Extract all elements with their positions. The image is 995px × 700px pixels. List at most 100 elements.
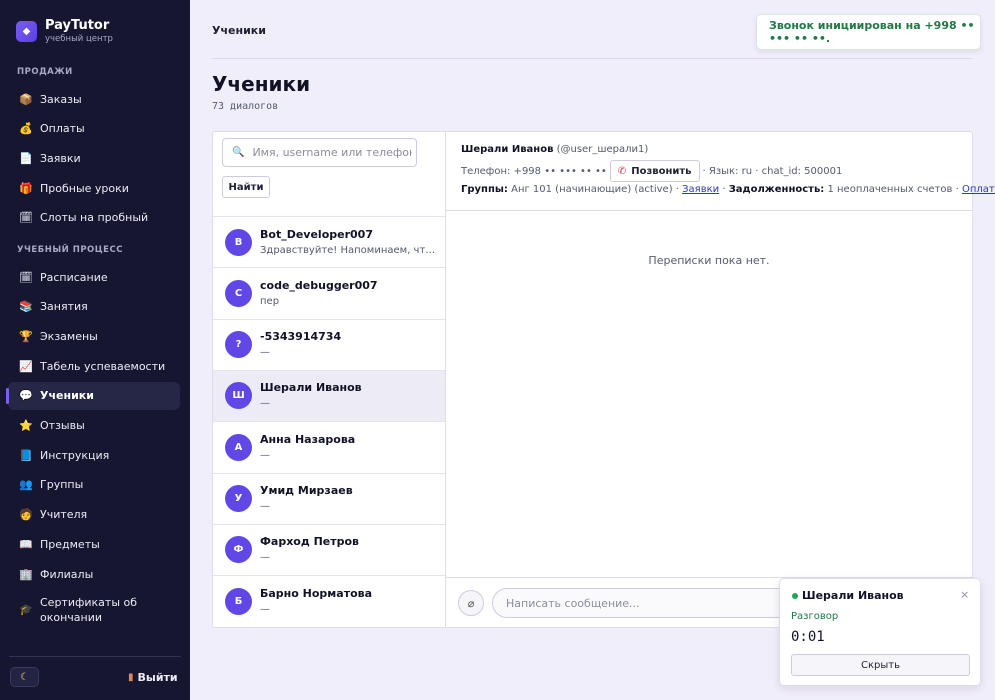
sidebar-item[interactable]: 💰 Оплаты	[8, 115, 180, 143]
sidebar-item[interactable]: 🏆 Экзамены	[8, 322, 180, 350]
sidebar-item-label: Табель успеваемости	[40, 359, 166, 373]
search-box[interactable]: 🔍	[222, 138, 417, 167]
brand-subtitle: учебный центр	[45, 34, 113, 44]
graduation-cap-icon: 🎓	[19, 603, 33, 617]
sidebar-item[interactable]: 📘 Инструкция	[8, 441, 180, 469]
chat-area: Шерали Иванов (@user_шерали1) Телефон: +…	[446, 132, 995, 627]
breadcrumb: Ученики	[212, 24, 266, 37]
sidebar-item[interactable]: 📈 Табель успеваемости	[8, 352, 180, 380]
call-widget: Шерали Иванов × Разговор 0:01 Скрыть	[779, 578, 981, 686]
groups-label: Группы:	[461, 184, 508, 195]
message-input[interactable]	[492, 588, 822, 618]
trophy-icon: 🏆	[19, 329, 33, 343]
search-input[interactable]	[252, 146, 413, 159]
moon-icon: ☾	[20, 671, 29, 683]
sidebar-item-label: Экзамены	[40, 329, 98, 343]
sidebar-item-label: Предметы	[40, 537, 100, 551]
sidebar-item[interactable]: 📦 Заказы	[8, 85, 180, 113]
call-timer: 0:01	[791, 629, 825, 645]
people-icon: 👥	[19, 478, 33, 492]
sidebar-item-label: Заявки	[40, 151, 81, 165]
chat-meta: · Язык: ru · chat_id: 500001	[702, 165, 843, 177]
brand-title: PayTutor	[45, 18, 110, 33]
requests-link[interactable]: Заявки	[682, 184, 719, 195]
sidebar-item[interactable]: 📖 Предметы	[8, 530, 180, 558]
sidebar-item[interactable]: 🎓 Сертификаты об окончании	[8, 590, 180, 630]
empty-messages: Переписки пока нет.	[648, 254, 770, 267]
dialog-name: Барно Норматова	[260, 586, 373, 600]
sidebar-item[interactable]: 🎁 Пробные уроки	[8, 174, 180, 202]
brand[interactable]: ◆ PayTutor учебный центр	[16, 18, 113, 45]
open-book-icon: 📖	[19, 537, 33, 551]
dialog-last-message: —	[260, 603, 270, 615]
chat-contact-name: Шерали Иванов	[461, 144, 554, 155]
find-button[interactable]: Найти	[222, 176, 270, 198]
building-icon: 🏢	[19, 567, 33, 581]
sidebar-item-label: Расписание	[40, 270, 108, 284]
sidebar: ◆ PayTutor учебный центр ПРОДАЖИ 📦 Заказы…	[0, 0, 190, 700]
dialog-list: 🔍 Найти B Bot_Developer007 Здравствуйте! Н…	[213, 132, 446, 627]
paperclip-icon: ⌀	[467, 596, 475, 610]
book-icon: 📘	[19, 448, 33, 462]
call-status: Разговор	[791, 611, 839, 622]
sidebar-item-label: Оплаты	[40, 122, 85, 136]
avatar: У	[225, 485, 252, 512]
debt-value: 1 неоплаченных счетов ·	[827, 184, 959, 195]
dialogs-count: 73 диалогов	[212, 101, 279, 112]
chat-header: Шерали Иванов (@user_шерали1) Телефон: +…	[446, 132, 995, 211]
star-icon: ⭐	[19, 419, 33, 432]
dialog-list-item[interactable]: Ф Фарход Петров —	[213, 523, 445, 575]
dialog-list-item[interactable]: Ш Шерали Иванов —	[213, 369, 445, 421]
dialog-last-message: —	[260, 449, 270, 461]
dialog-list-item[interactable]: А Анна Назарова —	[213, 421, 445, 472]
sidebar-item-label: Заказы	[40, 92, 82, 106]
phone-label: Телефон: +998 •• ••• •• ••	[461, 165, 607, 177]
sidebar-item[interactable]: 🗓 Расписание	[8, 263, 180, 291]
close-icon[interactable]: ×	[960, 588, 969, 601]
sidebar-item[interactable]: 🗓 Слоты на пробный	[8, 204, 180, 232]
money-bag-icon: 💰	[19, 122, 33, 136]
sidebar-item[interactable]: 🧑 Учителя	[8, 501, 180, 529]
sidebar-item[interactable]: 📚 Занятия	[8, 293, 180, 321]
dialog-list-item[interactable]: Б Барно Норматова —	[213, 575, 445, 626]
attach-button[interactable]: ⌀	[458, 590, 484, 616]
chat-panel: 🔍 Найти B Bot_Developer007 Здравствуйте! Н…	[212, 131, 995, 628]
sidebar-item[interactable]: 📄 Заявки	[8, 144, 180, 172]
avatar: А	[225, 433, 252, 461]
toast-text: Звонок инициирован на +998 •• ••• •• ••.	[769, 19, 975, 45]
sidebar-item-label: Отзывы	[40, 419, 85, 432]
payments-link[interactable]: Оплаты	[962, 184, 995, 195]
call-button-label: Позвонить	[631, 165, 692, 177]
sidebar-item[interactable]: 💬 Ученики	[6, 381, 180, 410]
sidebar-item[interactable]: ⭐ Отзывы	[8, 412, 180, 440]
sidebar-item-label: Занятия	[40, 300, 88, 314]
sidebar-item-label: Инструкция	[40, 448, 110, 462]
dialog-name: Шерали Иванов	[260, 381, 362, 395]
dialog-list-item[interactable]: ? -5343914734 —	[213, 318, 445, 370]
sidebar-item[interactable]: 👥 Группы	[8, 471, 180, 499]
avatar: B	[225, 228, 252, 256]
dialog-name: Bot_Developer007	[260, 227, 373, 241]
speech-bubble-icon: 💬	[19, 389, 33, 403]
sidebar-item-label: Филиалы	[40, 567, 94, 581]
sidebar-item[interactable]: 🏢 Филиалы	[8, 560, 180, 588]
logout-button[interactable]: ▮ Выйти	[128, 667, 178, 687]
search-icon: 🔍	[232, 147, 245, 158]
calendar-icon: 🗓	[19, 270, 33, 284]
sidebar-item-label: Слоты на пробный	[40, 211, 149, 225]
dialog-list-item[interactable]: Ccode_debugger007 пер	[213, 267, 445, 318]
dialog-list-item[interactable]: У Умид Мирзаев —	[213, 472, 445, 524]
call-active-dot	[792, 593, 798, 599]
header-divider	[212, 58, 972, 59]
dialog-list-item[interactable]: B Bot_Developer007 Здравствуйте! Напоминае…	[213, 216, 445, 267]
theme-toggle-button[interactable]: ☾	[10, 667, 39, 687]
dialog-name: Фарход Петров	[260, 535, 360, 549]
door-icon: ▮	[128, 671, 134, 683]
hide-call-button[interactable]: Скрыть	[791, 654, 970, 676]
sidebar-item-label: Учителя	[40, 508, 88, 522]
sidebar-item-label: Ученики	[40, 389, 94, 403]
dialog-last-message: —	[260, 501, 270, 512]
dialog-name: Анна Назарова	[260, 432, 356, 446]
call-button[interactable]: ✆ Позвонить	[609, 160, 700, 182]
dialog-last-message: Здравствуйте! Напоминаем, что занятие	[260, 244, 440, 256]
